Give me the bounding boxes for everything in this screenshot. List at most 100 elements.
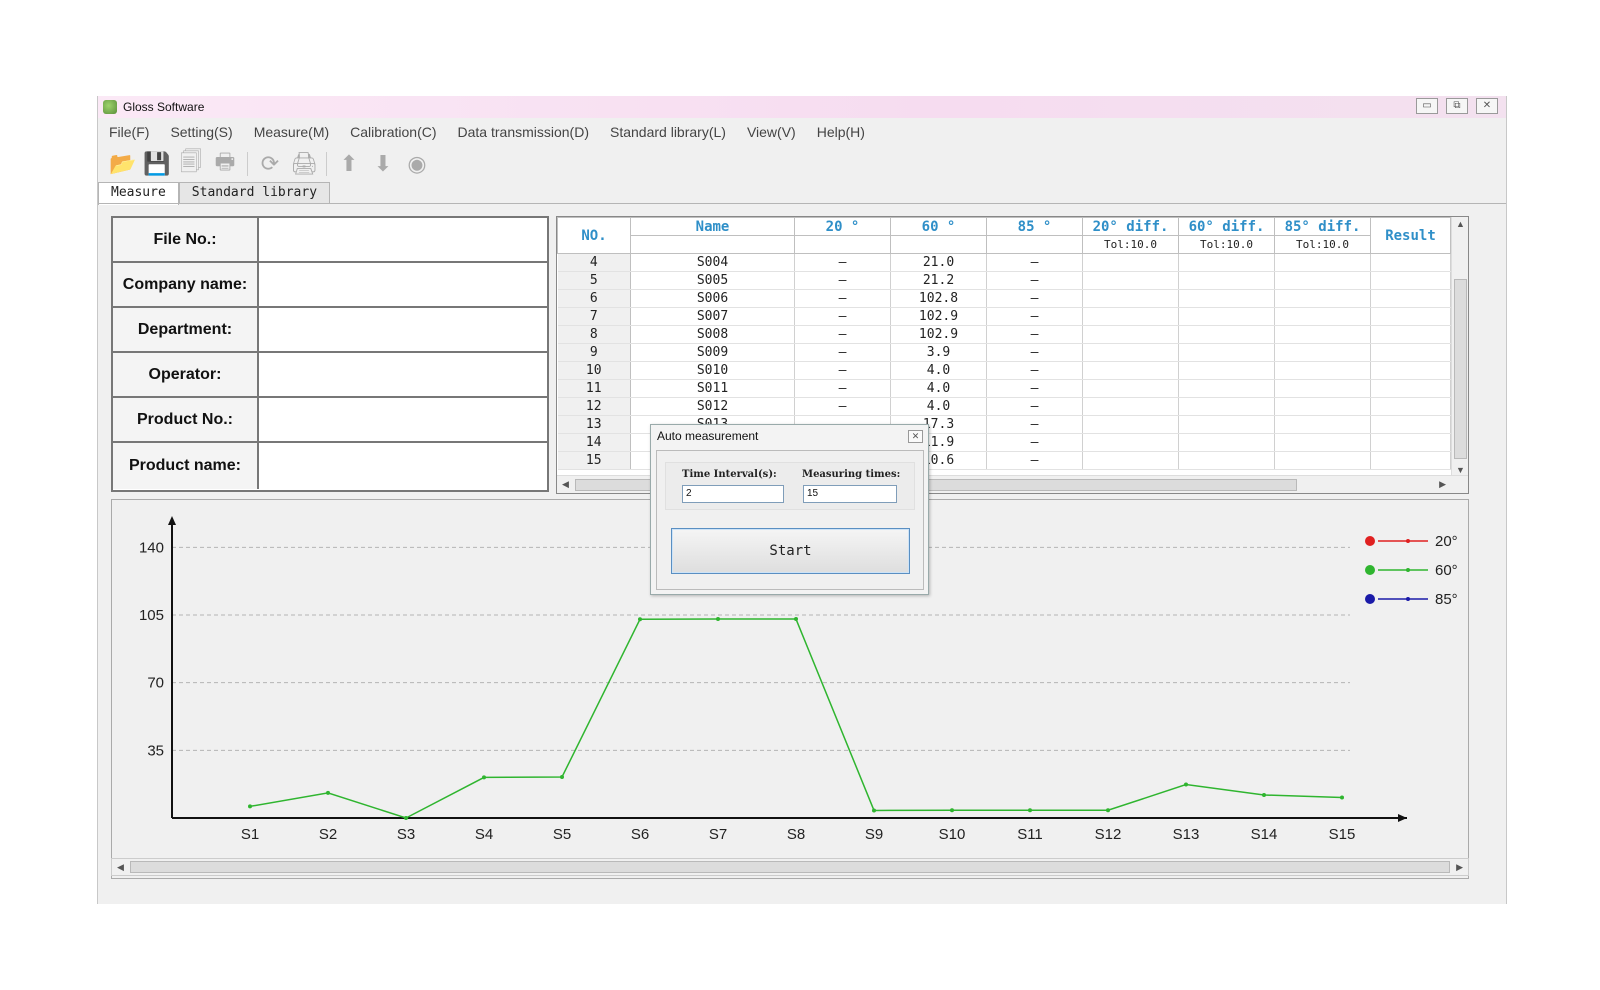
scroll-right-icon[interactable]: ▶ (1456, 862, 1463, 873)
grid-vertical-thumb[interactable] (1454, 279, 1467, 459)
table-cell (1082, 307, 1179, 326)
table-row[interactable]: 11 S011–4.0– (557, 379, 1451, 398)
legend-dot (1406, 568, 1410, 572)
col-header-name[interactable]: Name (630, 217, 795, 236)
measuring-times-input[interactable]: 15 (803, 485, 897, 503)
chart-horizontal-thumb[interactable] (130, 861, 1450, 873)
table-row[interactable]: 9 S009–3.9– (557, 343, 1451, 362)
x-tick-label: S8 (787, 826, 805, 843)
col-header-no[interactable]: NO. (557, 217, 631, 254)
table-cell: 6 (557, 289, 631, 308)
table-cell: – (986, 253, 1083, 272)
toolbar-divider (247, 152, 248, 176)
data-point (638, 617, 642, 622)
chart-horizontal-scrollbar[interactable]: ◀ ▶ (111, 858, 1469, 876)
time-interval-input[interactable]: 2 (682, 485, 784, 503)
x-tick-label: S6 (631, 826, 649, 843)
scroll-right-icon[interactable]: ▶ (1439, 479, 1446, 490)
menu-file[interactable]: File(F) (109, 124, 149, 140)
col-header-85-diff[interactable]: 85° diff. (1274, 217, 1371, 236)
x-tick-label: S3 (397, 826, 415, 843)
table-cell: – (794, 379, 891, 398)
refresh-icon[interactable]: ⟳ (255, 149, 285, 179)
table-cell (1178, 289, 1275, 308)
scroll-up-icon[interactable]: ▲ (1456, 219, 1465, 229)
menu-data-transmission[interactable]: Data transmission(D) (458, 124, 589, 140)
table-cell: S006 (630, 289, 795, 308)
menu-setting[interactable]: Setting(S) (170, 124, 232, 140)
product-name-field[interactable] (259, 443, 547, 489)
table-cell (1178, 271, 1275, 290)
col-header-result[interactable]: Result (1370, 217, 1451, 254)
table-row[interactable]: 12 S012–4.0– (557, 397, 1451, 416)
minimize-button[interactable]: ▭ (1416, 98, 1438, 114)
table-cell (1082, 415, 1179, 434)
table-row[interactable]: 10 S010–4.0– (557, 361, 1451, 380)
table-cell: S011 (630, 379, 795, 398)
table-row[interactable]: 5 S005–21.2– (557, 271, 1451, 290)
scroll-left-icon[interactable]: ◀ (562, 479, 569, 490)
menu-measure[interactable]: Measure(M) (254, 124, 329, 140)
table-cell (1274, 343, 1371, 362)
start-button[interactable]: Start (671, 528, 910, 574)
table-row[interactable]: 8 S008–102.9– (557, 325, 1451, 344)
department-field[interactable] (259, 308, 547, 351)
table-cell (1274, 415, 1371, 434)
print-preview-icon[interactable]: 🖨 (289, 149, 319, 179)
x-tick-label: S7 (709, 826, 727, 843)
company-name-label: Company name: (113, 263, 259, 306)
data-point (482, 775, 486, 780)
menu-standard-library[interactable]: Standard library(L) (610, 124, 726, 140)
col-header-20[interactable]: 20 ° (794, 217, 891, 236)
table-cell: – (986, 343, 1083, 362)
table-cell: 3.9 (890, 343, 987, 362)
table-cell (1178, 325, 1275, 344)
table-cell: – (794, 397, 891, 416)
save-as-icon[interactable]: 🗐 (176, 149, 206, 179)
col-header-85[interactable]: 85 ° (986, 217, 1083, 236)
table-cell: 4.0 (890, 379, 987, 398)
table-row[interactable]: 6 S006–102.8– (557, 289, 1451, 308)
data-point (872, 808, 876, 813)
table-cell (1370, 379, 1451, 398)
upload-icon[interactable]: ⬆ (334, 149, 364, 179)
print-icon[interactable]: 🖶 (210, 149, 240, 179)
table-row[interactable]: 7 S007–102.9– (557, 307, 1451, 326)
tab-standard-library[interactable]: Standard library (178, 182, 331, 204)
table-cell: – (986, 289, 1083, 308)
table-cell (1082, 271, 1179, 290)
col-header-60-diff[interactable]: 60° diff. (1178, 217, 1275, 236)
operator-field[interactable] (259, 353, 547, 396)
col-header-60[interactable]: 60 ° (890, 217, 987, 236)
table-cell (1370, 415, 1451, 434)
data-point (404, 816, 408, 820)
menu-help[interactable]: Help(H) (817, 124, 865, 140)
menu-view[interactable]: View(V) (747, 124, 796, 140)
header-blank-cell (890, 235, 987, 254)
table-cell (1178, 361, 1275, 380)
download-icon[interactable]: ⬇ (368, 149, 398, 179)
save-icon[interactable]: 💾 (142, 149, 172, 179)
grid-vertical-scrollbar[interactable]: ▲ ▼ (1451, 217, 1468, 477)
scroll-left-icon[interactable]: ◀ (117, 862, 124, 873)
menu-calibration[interactable]: Calibration(C) (350, 124, 436, 140)
company-name-field[interactable] (259, 263, 547, 306)
table-row[interactable]: 4 S004–21.0– (557, 253, 1451, 272)
target-icon[interactable]: ◉ (402, 149, 432, 179)
dialog-close-button[interactable]: ✕ (908, 430, 923, 443)
table-cell (1178, 343, 1275, 362)
app-icon (103, 100, 117, 114)
table-cell: 21.2 (890, 271, 987, 290)
scroll-down-icon[interactable]: ▼ (1456, 465, 1465, 475)
tab-strip: Measure Standard library (98, 182, 331, 205)
open-icon[interactable]: 📂 (108, 149, 138, 179)
tab-measure[interactable]: Measure (98, 182, 179, 205)
col-header-20-diff[interactable]: 20° diff. (1082, 217, 1179, 236)
table-cell: 5 (557, 271, 631, 290)
restore-button[interactable]: ⧉ (1446, 98, 1468, 114)
product-no-field[interactable] (259, 398, 547, 441)
close-button[interactable]: ✕ (1476, 98, 1498, 114)
file-no-field[interactable] (259, 218, 547, 261)
tolerance-85: Tol:10.0 (1274, 235, 1371, 254)
table-cell (1178, 253, 1275, 272)
